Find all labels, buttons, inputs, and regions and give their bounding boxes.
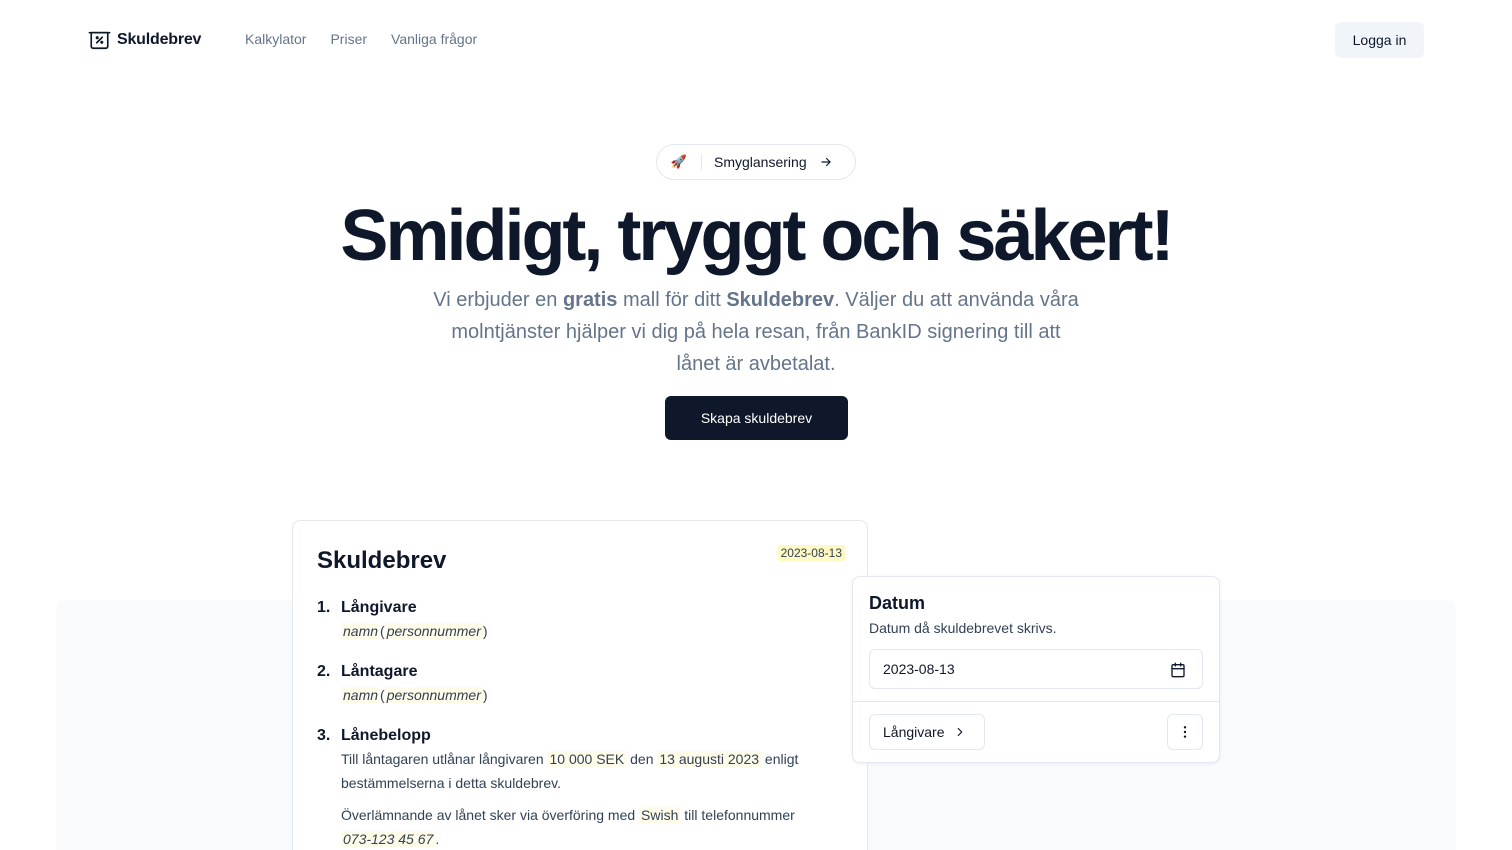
pill-label: Smyglansering <box>714 154 807 170</box>
brand-name: Skuldebrev <box>117 31 202 48</box>
loan-text-line-3: Överlämnande av lånet sker via överförin… <box>341 807 795 823</box>
next-step-label: Långivare <box>883 724 945 740</box>
rocket-icon: 🚀 <box>670 154 688 169</box>
form-divider <box>853 701 1219 702</box>
top-nav: Skuldebrev Kalkylator Priser Vanliga frå… <box>0 0 1512 80</box>
calendar-icon[interactable] <box>1170 662 1186 678</box>
create-skuldebrev-button[interactable]: Skapa skuldebrev <box>665 396 848 440</box>
section-number: 2. <box>317 663 331 680</box>
hero-title: Smidigt, tryggt och säkert! <box>340 196 1174 276</box>
more-vertical-icon <box>1183 726 1187 738</box>
date-form-card: Datum Datum då skuldebrevet skrivs. 2023… <box>852 576 1220 763</box>
section-heading: Lånebelopp <box>341 727 431 744</box>
date-input[interactable]: 2023-08-13 <box>869 649 1203 689</box>
section-number: 3. <box>317 727 331 744</box>
chevron-right-icon <box>957 727 962 737</box>
document-percent-icon <box>88 31 111 50</box>
form-description: Datum då skuldebrevet skrivs. <box>869 620 1057 636</box>
loan-text-line-4: 073-123 45 67. <box>341 831 440 847</box>
document-preview: Skuldebrev 2023-08-13 1. Långivare namn(… <box>292 520 868 850</box>
nav-link-faq[interactable]: Vanliga frågor <box>391 31 477 47</box>
document-title: Skuldebrev <box>317 547 447 574</box>
lender-details: namn(personnummer) <box>341 623 488 639</box>
section-heading: Låntagare <box>341 663 418 680</box>
arrow-right-icon <box>820 157 831 167</box>
form-title: Datum <box>869 593 926 613</box>
date-input-value: 2023-08-13 <box>883 661 955 677</box>
document-date: 2023-08-13 <box>777 545 845 561</box>
next-step-button[interactable]: Långivare <box>869 714 985 750</box>
loan-text-line-1: Till låntagaren utlånar långivaren 10 00… <box>341 751 799 767</box>
brand-logo[interactable]: Skuldebrev <box>88 28 201 52</box>
nav-links: Kalkylator Priser Vanliga frågor <box>245 31 477 47</box>
section-number: 1. <box>317 599 331 616</box>
more-options-button[interactable] <box>1167 714 1203 750</box>
pill-divider <box>701 154 702 170</box>
nav-link-priser[interactable]: Priser <box>330 31 367 47</box>
login-button[interactable]: Logga in <box>1335 22 1424 58</box>
loan-text-line-2: bestämmelserna i detta skuldebrev. <box>341 775 561 791</box>
hero-subtitle: Vi erbjuder en gratis mall för ditt Skul… <box>433 289 1079 375</box>
borrower-details: namn(personnummer) <box>341 687 488 703</box>
section-heading: Långivare <box>341 599 417 616</box>
nav-link-kalkylator[interactable]: Kalkylator <box>245 31 306 47</box>
announcement-pill[interactable]: 🚀 Smyglansering <box>656 144 856 180</box>
